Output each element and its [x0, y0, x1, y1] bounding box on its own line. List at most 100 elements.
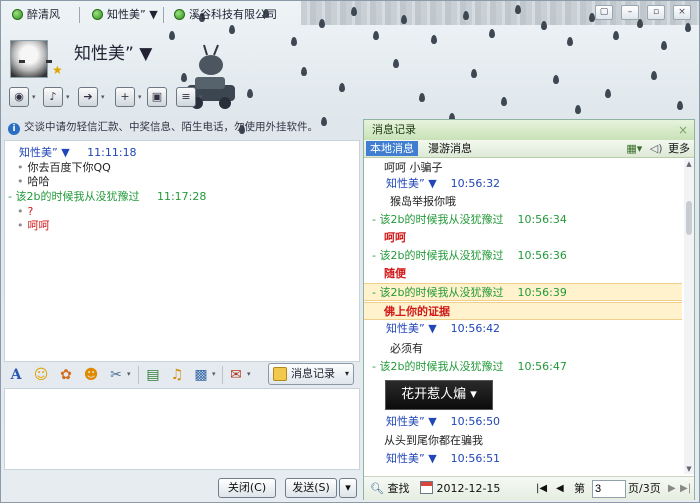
emoji-icon[interactable]: ☺	[31, 365, 51, 385]
scroll-down-icon[interactable]: ▼	[684, 464, 694, 474]
add-contact-button[interactable]: +	[115, 87, 135, 107]
history-scrollbar[interactable]: ▲ ▼	[684, 159, 694, 474]
sender-name[interactable]: - 该2b的时候我从没犹豫过	[372, 286, 503, 299]
send-file-button[interactable]: ➔	[78, 87, 98, 107]
video-call-button[interactable]: ◉	[9, 87, 29, 107]
sender-name[interactable]: - 该2b的时候我从没犹豫过	[372, 249, 503, 262]
message-time: 10:56:32	[450, 177, 501, 190]
search-button[interactable]: 🔍︎ 查找	[370, 481, 409, 497]
history-log[interactable]: 呵呵 小骗子 知性美” ▼ 10:56:32 猴岛举报你哦 - 该2b的时候我从没犹豫过…	[364, 159, 682, 474]
chat-message-area[interactable]: 知性美” ▼ 11:11:18 • 你去百度下你QQ • 哈哈 - 该2b的时候我从…	[4, 140, 360, 362]
chevron-down-icon[interactable]: ▾	[345, 364, 349, 384]
menu-window-button[interactable]: ▢	[595, 5, 613, 20]
tab-contact-3[interactable]: 溪谷科技有限公司	[171, 5, 277, 25]
message-text-content: 呵呵 小骗子	[384, 161, 443, 174]
raindrop-decoration	[373, 31, 379, 40]
message-header: 知性美” ▼ 11:11:18	[19, 145, 137, 161]
message-text-content: 随便	[384, 267, 406, 280]
tab-label: 醉清风	[27, 8, 60, 21]
chevron-down-icon[interactable]: ▾	[212, 370, 216, 378]
close-window-button[interactable]: ×	[673, 5, 691, 20]
gift-icon[interactable]: ✉	[226, 365, 246, 385]
message-time: 10:56:50	[450, 415, 501, 428]
avatar[interactable]	[10, 40, 52, 78]
tab-local-messages[interactable]: 本地消息	[366, 141, 418, 156]
close-button[interactable]: 关闭(C)	[218, 478, 276, 498]
chevron-down-icon[interactable]: ▾	[138, 93, 142, 101]
message-text: 随便	[364, 265, 682, 283]
sender-name[interactable]: 知性美” ▼	[386, 452, 437, 465]
page-number-input[interactable]	[592, 480, 626, 498]
raindrop-decoration	[301, 67, 307, 76]
image-icon[interactable]: ▤	[143, 365, 163, 385]
last-page-button[interactable]: ▶|	[680, 481, 691, 497]
wink-icon[interactable]: ☻	[81, 365, 101, 385]
sender-name[interactable]: 知性美” ▼	[19, 146, 70, 159]
message-header: - 该2b的时候我从没犹豫过 10:56:34	[364, 211, 682, 229]
music-icon[interactable]: ♫	[167, 365, 187, 385]
tab-roaming-messages[interactable]: 漫游消息	[424, 141, 476, 156]
level-star-icon: ★	[52, 63, 63, 77]
chevron-down-icon[interactable]: ▾	[66, 93, 70, 101]
chevron-down-icon[interactable]: ▾	[101, 93, 105, 101]
send-options-button[interactable]: ▾	[339, 478, 357, 498]
contact-tab-strip: 醉清风 知性美” ▼ 溪谷科技有限公司 ▢ – ▫ ×	[1, 1, 699, 29]
document-button[interactable]: ≡	[176, 87, 196, 107]
screenshot-icon[interactable]: ✂	[106, 365, 126, 385]
chevron-down-icon[interactable]: ▾	[32, 93, 36, 101]
speaker-icon[interactable]: ◁)	[650, 142, 663, 155]
view-mode-icon[interactable]: ▦▾	[626, 142, 642, 155]
sender-name[interactable]: - 该2b的时候我从没犹豫过	[372, 213, 503, 226]
contact-nickname[interactable]: 知性美” ▼	[74, 39, 152, 64]
date-picker[interactable]: 2012-12-15	[420, 481, 500, 497]
message-time: 10:56:47	[517, 360, 567, 373]
raindrop-decoration	[419, 93, 425, 102]
message-time: 10:56:36	[517, 249, 567, 262]
first-page-button[interactable]: |◀	[536, 481, 547, 497]
magic-emoji-icon[interactable]: ✿	[56, 365, 76, 385]
tab-contact-1[interactable]: 醉清风	[9, 5, 60, 25]
sender-name[interactable]: 知性美” ▼	[386, 177, 437, 190]
history-panel-title: 消息记录 ×	[364, 120, 694, 140]
tab-label: 溪谷科技有限公司	[189, 8, 277, 21]
font-icon[interactable]: A	[6, 365, 26, 385]
sticker-image[interactable]: 花开惹人煸 ▾	[385, 380, 493, 410]
next-page-button[interactable]: ▶	[668, 481, 676, 497]
page-total: 页/3页	[628, 482, 661, 495]
minimize-button[interactable]: –	[621, 5, 639, 20]
scroll-thumb[interactable]	[686, 201, 692, 235]
raindrop-decoration	[471, 69, 477, 78]
raindrop-decoration	[677, 101, 683, 110]
message-header: 知性美” ▼ 10:56:32	[364, 175, 682, 193]
sender-name[interactable]: - 该2b的时候我从没犹豫过	[8, 190, 139, 203]
remote-assist-button[interactable]: ▣	[147, 87, 167, 107]
sender-name[interactable]: 知性美” ▼	[386, 322, 437, 335]
maximize-button[interactable]: ▫	[647, 5, 665, 20]
sender-name[interactable]: - 该2b的时候我从没犹豫过	[372, 360, 503, 373]
toolbar-divider	[222, 366, 223, 384]
online-status-icon	[92, 9, 103, 20]
message-history-button[interactable]: 消息记录 ▾	[268, 363, 354, 385]
chevron-down-icon[interactable]: ▾	[127, 370, 131, 378]
raindrop-decoration	[291, 37, 297, 46]
message-header: - 该2b的时候我从没犹豫过 11:17:28	[8, 189, 206, 205]
sender-name[interactable]: 知性美” ▼	[386, 415, 437, 428]
voice-call-button[interactable]: ♪	[43, 87, 63, 107]
message-text: • 呵呵	[17, 219, 50, 232]
tab-contact-2[interactable]: 知性美” ▼	[89, 5, 158, 25]
message-input[interactable]	[4, 388, 360, 470]
message-header: - 该2b的时候我从没犹豫过 10:56:36	[364, 247, 682, 265]
scroll-up-icon[interactable]: ▲	[684, 159, 694, 169]
message-text-content: 佛上你的证据	[384, 305, 450, 318]
shake-icon[interactable]: ▩	[191, 365, 211, 385]
prev-page-button[interactable]: ◀	[556, 481, 564, 497]
more-button[interactable]: ▦▾ ◁) 更多	[626, 141, 690, 156]
send-button[interactable]: 发送(S)	[285, 478, 337, 498]
message-text-content: 猴岛举报你哦	[390, 195, 456, 208]
chevron-down-icon[interactable]: ▾	[199, 93, 203, 101]
close-icon[interactable]: ×	[678, 120, 688, 140]
raindrop-decoration	[489, 29, 495, 38]
chevron-down-icon[interactable]: ▾	[247, 370, 251, 378]
online-status-icon	[174, 9, 185, 20]
message-history-panel: 消息记录 × 本地消息 漫游消息 ▦▾ ◁) 更多 呵呵 小骗子 知性美” ▼ 10…	[363, 119, 695, 500]
